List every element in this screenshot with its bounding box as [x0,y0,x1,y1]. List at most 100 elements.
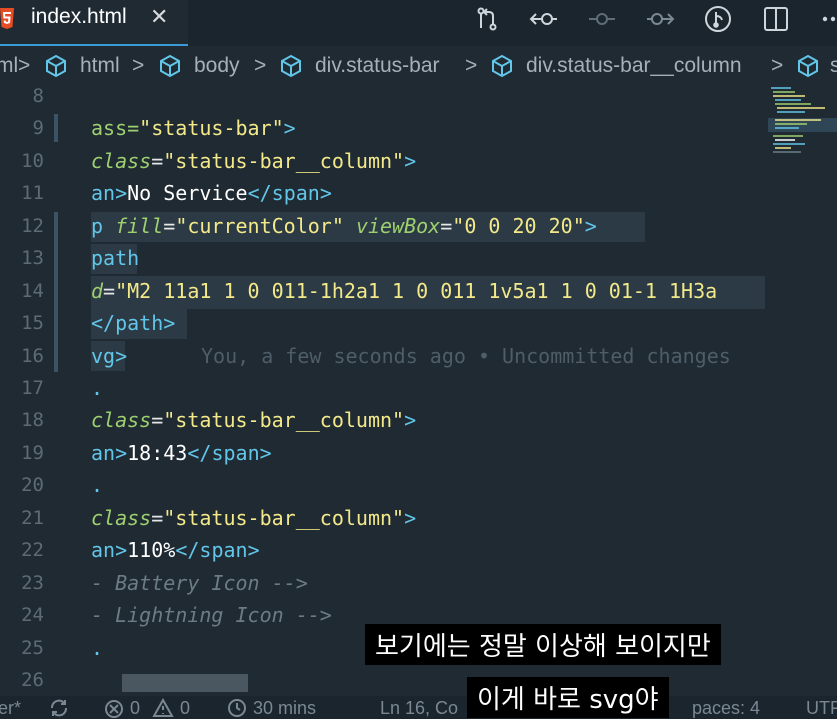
split-editor-icon[interactable] [761,4,791,34]
line-number: 17 [21,377,44,399]
tag-token: . [91,376,104,400]
string-token: "status-bar__column" [163,149,405,173]
error-icon[interactable] [104,699,124,719]
line-number: 18 [21,409,44,431]
attr-token: class [91,506,152,530]
timeline-back-icon[interactable] [529,4,559,34]
string-token: "status-bar__column" [163,408,405,432]
tag-token: > [115,538,128,562]
code-line: ass="status-bar"> [91,116,296,140]
text-token: 18:43 [127,441,188,465]
warning-count[interactable]: 0 [180,698,190,719]
breadcrumb: ml > html > body > div.status-bar > div.… [0,50,837,84]
tag-token: > [319,181,332,205]
status-bar: er* 0 0 30 mins Ln 16, Co paces: 4 UTF [0,696,837,719]
source-control-compare-icon[interactable] [472,4,502,34]
attr-token: d [91,279,104,303]
tag-token: </ [175,538,200,562]
code-line: an>18:43</span> [91,441,272,465]
cube-icon [160,54,180,78]
time-tracker[interactable]: 30 mins [253,698,316,719]
code-editor[interactable]: 8 9 10 11 12 13 14 15 16 17 18 19 20 21 … [0,84,837,696]
encoding[interactable]: UTF [806,698,837,719]
more-actions-icon[interactable] [815,4,837,34]
line-number: 21 [21,507,44,529]
breadcrumb-separator: > [18,54,31,77]
tag-token: path [115,311,164,335]
timeline-point-icon[interactable] [587,4,617,34]
breadcrumb-separator: > [254,54,267,77]
tag-token: > [247,538,260,562]
line-number: 26 [21,669,44,691]
history-icon[interactable] [225,698,247,718]
breadcrumb-item-html-root[interactable]: ml [0,54,18,78]
tag-token: > [115,441,128,465]
cursor-position[interactable]: Ln 16, Co [380,698,458,719]
breadcrumb-item-html[interactable]: html [80,54,120,78]
code-line: . [91,636,103,660]
tag-token: > [115,181,128,205]
code-line: p fill="currentColor" viewBox="0 0 20 20… [91,214,597,238]
indentation[interactable]: paces: 4 [692,698,760,719]
html5-icon [0,8,14,29]
cube-icon [281,54,301,78]
code-line: . [91,376,103,400]
tag-token: span [271,181,320,205]
subtitle-line-2: 이게 바로 svg야 [467,677,669,718]
cube-icon [798,54,818,78]
line-number: 24 [21,604,44,626]
error-count[interactable]: 0 [130,698,140,719]
tag-token: vg [91,344,116,368]
timeline-forward-icon[interactable] [645,4,675,34]
line-number: 20 [21,474,44,496]
tag-token: > [163,311,176,335]
close-icon[interactable]: ✕ [150,5,168,30]
equals-token: = [151,506,164,530]
breadcrumb-item-span[interactable]: s [830,54,837,78]
breadcrumb-item-status-bar[interactable]: div.status-bar [315,54,440,78]
tag-token: > [259,441,272,465]
tab-index-html[interactable]: index.html ✕ [0,0,188,46]
tag-token: > [283,116,296,140]
git-blame-annotation: You, a few seconds ago • Uncommitted cha… [201,344,731,368]
tag-token: </ [91,311,116,335]
line-number: 9 [32,117,44,139]
string-token: "M2 11a1 1 0 011-1h2a1 1 0 011 1v5a1 1 0… [115,279,718,303]
code-line: vg> [91,344,127,368]
tag-token: an [91,538,116,562]
code-line: an>No Service</span> [91,181,332,205]
status-branch[interactable]: er* [0,698,21,719]
branch-graph-icon[interactable] [703,4,733,34]
string-token: "0 0 20 20" [452,214,585,238]
subtitle-line-1: 보기에는 정말 이상해 보이지만 [365,624,721,665]
equals-token: = [103,279,116,303]
warning-icon[interactable] [152,698,174,718]
line-number: 11 [21,182,44,204]
horizontal-scrollbar[interactable] [122,674,248,692]
tag-token: path [91,246,140,270]
tag-token: > [404,506,417,530]
code-line: </path> [91,311,175,335]
attr-token: class [91,149,152,173]
equals-token: = [163,214,176,238]
tag-token: p [91,214,104,238]
breadcrumb-item-status-bar-column[interactable]: div.status-bar__column [526,54,742,78]
sync-icon[interactable] [48,698,70,718]
code-comment: - Lightning Icon --> [91,603,332,627]
line-number: 19 [21,442,44,464]
attr-token: viewBox [355,214,441,238]
tag-token: . [91,636,104,660]
tag-token: span [199,538,248,562]
breadcrumb-item-body[interactable]: body [194,54,240,78]
cube-icon [46,54,66,78]
line-number: 23 [21,572,44,594]
git-change-indicator [54,212,58,372]
code-line: class="status-bar__column"> [91,149,416,173]
code-line: path [91,246,139,270]
string-token: "status-bar__column" [163,506,405,530]
minimap[interactable] [765,84,837,184]
code-line: class="status-bar__column"> [91,506,416,530]
line-number: 16 [21,345,44,367]
line-number: 12 [21,215,44,237]
